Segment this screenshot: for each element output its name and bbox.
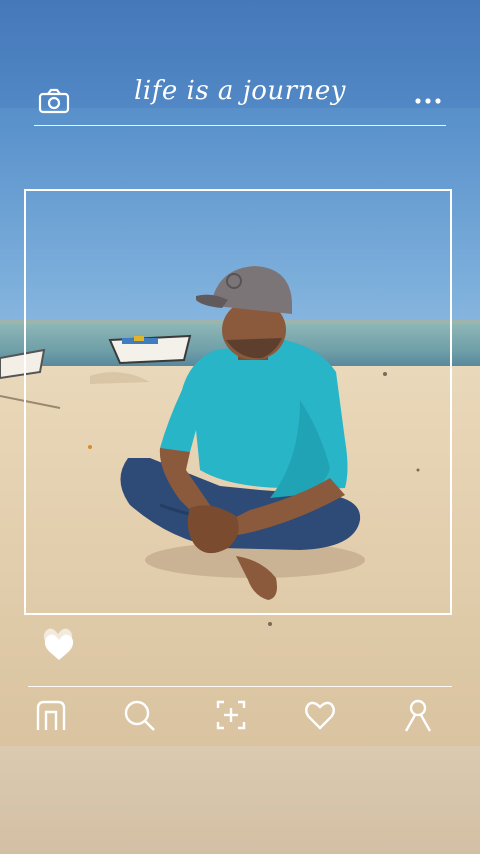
more-dots-icon[interactable] bbox=[414, 95, 442, 107]
nav-divider bbox=[28, 686, 452, 687]
profile-icon[interactable] bbox=[401, 698, 435, 732]
page-title: life is a journey bbox=[134, 76, 346, 106]
header-divider bbox=[34, 125, 446, 126]
heart-icon[interactable] bbox=[42, 628, 76, 664]
camera-icon[interactable] bbox=[38, 88, 70, 114]
home-icon[interactable] bbox=[34, 698, 68, 732]
search-icon[interactable] bbox=[122, 698, 156, 732]
add-post-icon[interactable] bbox=[214, 698, 248, 732]
heart-outline-icon[interactable] bbox=[303, 698, 337, 732]
photo-frame bbox=[24, 189, 452, 615]
